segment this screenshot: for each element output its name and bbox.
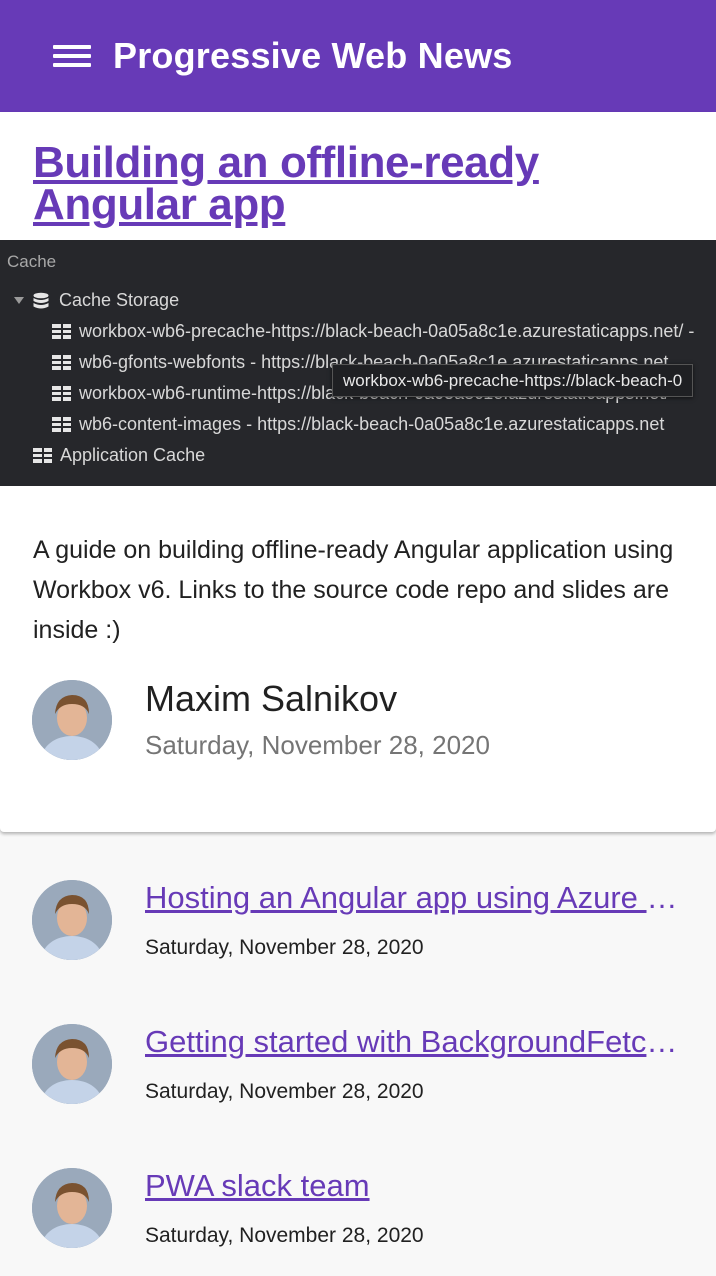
list-item: PWA slack team Saturday, November 28, 20…	[0, 1168, 716, 1258]
article-title-link[interactable]: Hosting an Angular app using Azure Stati…	[145, 880, 685, 916]
author-photo-icon	[32, 880, 112, 960]
app-title: Progressive Web News	[113, 35, 513, 76]
article-title-link[interactable]: PWA slack team	[145, 1168, 685, 1204]
article-date: Saturday, November 28, 2020	[145, 1224, 424, 1247]
list-item: Hosting an Angular app using Azure Stati…	[0, 880, 716, 970]
author-photo-icon	[32, 1168, 112, 1248]
avatar	[32, 1024, 112, 1104]
cache-entry: workbox-wb6-precache-https://black-beach…	[52, 321, 694, 342]
table-icon	[33, 448, 52, 463]
publish-date: Saturday, November 28, 2020	[145, 730, 490, 760]
application-cache-label: Application Cache	[60, 445, 206, 465]
table-icon	[52, 417, 71, 432]
cache-entry: wb6-content-images - https://black-beach…	[52, 414, 664, 435]
article-date: Saturday, November 28, 2020	[145, 1080, 424, 1103]
featured-article-image: Cache Cache Storage workbox-wb6-precache…	[0, 240, 716, 486]
application-cache-row: Application Cache	[33, 445, 205, 466]
cache-storage-row: Cache Storage	[14, 290, 179, 311]
featured-author: Maxim Salnikov Saturday, November 28, 20…	[32, 678, 692, 762]
database-icon	[33, 292, 49, 308]
article-title-link[interactable]: Getting started with BackgroundFetch API	[145, 1024, 685, 1060]
cache-storage-label: Cache Storage	[59, 290, 180, 310]
author-name: Maxim Salnikov	[145, 678, 398, 719]
app-toolbar: Progressive Web News	[0, 0, 716, 112]
avatar	[32, 880, 112, 960]
table-icon	[52, 355, 71, 370]
cache-entry-label: wb6-content-images - https://black-beach…	[79, 414, 665, 434]
expand-triangle-icon	[14, 297, 24, 304]
table-icon	[52, 386, 71, 401]
avatar	[32, 1168, 112, 1248]
table-icon	[52, 324, 71, 339]
cache-entry-label: workbox-wb6-precache-https://black-beach…	[79, 321, 695, 341]
article-date: Saturday, November 28, 2020	[145, 936, 424, 959]
avatar	[32, 680, 112, 760]
cache-header: Cache	[7, 252, 57, 271]
featured-article-description: A guide on building offline-ready Angula…	[33, 536, 674, 644]
featured-article-title-link[interactable]: Building an offline-ready Angular app	[33, 141, 683, 227]
author-photo-icon	[32, 1024, 112, 1104]
featured-article-card: Building an offline-ready Angular app Ca…	[0, 112, 716, 832]
hamburger-menu-icon[interactable]	[53, 43, 91, 69]
list-item: Getting started with BackgroundFetch API…	[0, 1024, 716, 1114]
author-photo-icon	[32, 680, 112, 760]
cache-tooltip: workbox-wb6-precache-https://black-beach…	[332, 364, 694, 397]
